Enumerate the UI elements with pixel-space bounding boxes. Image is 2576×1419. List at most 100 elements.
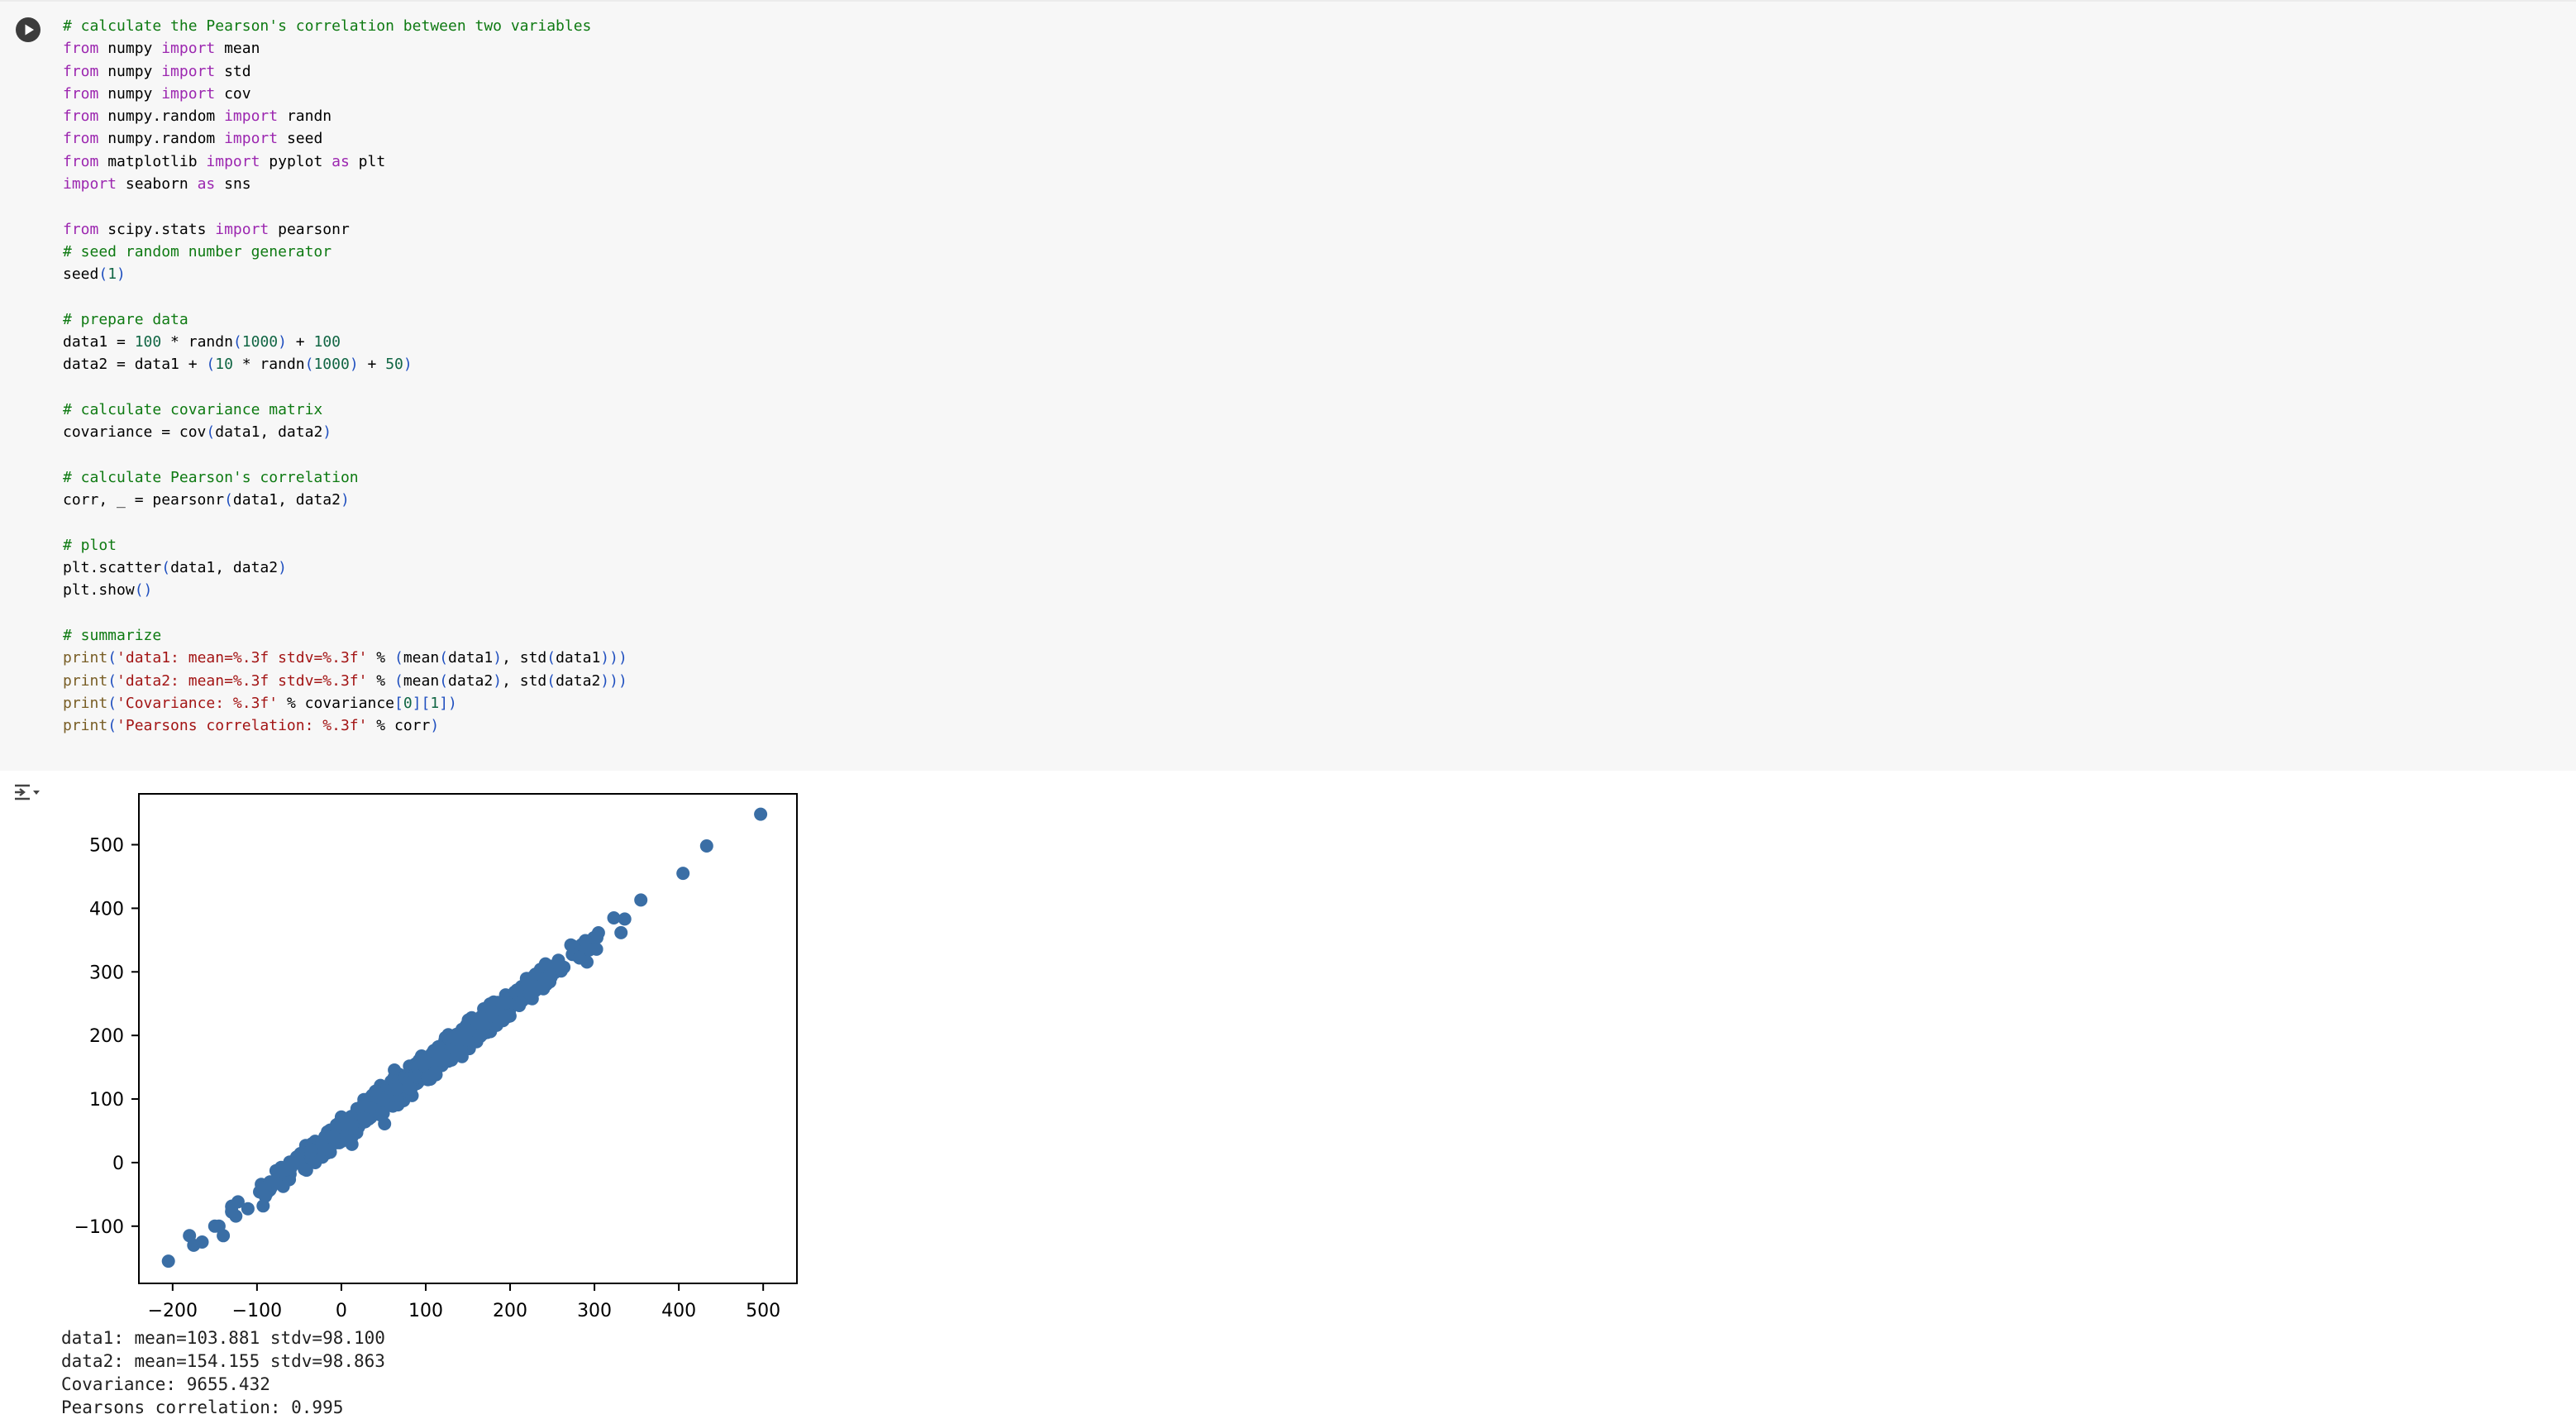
- code-token: print: [63, 671, 108, 690]
- code-line: seed(1): [63, 263, 627, 285]
- x-tick-label: 0: [336, 1301, 347, 1321]
- code-token: # prepare data: [63, 310, 188, 328]
- scatter-point: [377, 1093, 390, 1107]
- x-tick-label: 300: [577, 1301, 612, 1321]
- scatter-point: [474, 1030, 488, 1044]
- code-token: import: [63, 175, 117, 194]
- code-token: # calculate the Pearson's correlation be…: [63, 17, 592, 35]
- code-token: +: [286, 333, 314, 351]
- code-token: from: [63, 130, 99, 148]
- code-token: (: [224, 491, 233, 509]
- code-token: print: [63, 649, 108, 667]
- code-cell[interactable]: # calculate the Pearson's correlation be…: [0, 0, 2576, 771]
- code-line: print('data2: mean=%.3f stdv=%.3f' % (me…: [63, 670, 627, 692]
- code-line: data1 = 100 * randn(1000) + 100: [63, 331, 627, 353]
- code-token: from: [63, 108, 99, 126]
- code-token: print: [63, 717, 108, 735]
- scatter-point: [527, 979, 541, 993]
- code-token: (: [107, 694, 117, 712]
- scatter-point: [308, 1156, 322, 1169]
- code-token: % covariance: [278, 694, 394, 712]
- scatter-point: [754, 807, 768, 821]
- code-token: as: [332, 152, 350, 170]
- code-token: data2: [556, 671, 601, 690]
- code-token: 100: [134, 333, 162, 351]
- code-token: ): [278, 559, 287, 577]
- code-token: , std: [502, 649, 547, 667]
- scatter-point: [427, 1044, 441, 1058]
- code-token: data1, data2: [170, 559, 279, 577]
- code-token: ): [493, 671, 503, 690]
- code-line: print('Pearsons correlation: %.3f' % cor…: [63, 714, 627, 737]
- code-token: (: [107, 671, 117, 690]
- code-token: data2 = data1 +: [63, 356, 207, 374]
- scatter-point: [417, 1058, 431, 1073]
- code-token: data2: [448, 671, 494, 690]
- play-icon: [16, 17, 41, 42]
- scatter-point: [676, 867, 690, 881]
- code-token: cov: [215, 84, 251, 103]
- output-toggle-button[interactable]: [12, 781, 45, 807]
- stdout-line: data1: mean=103.881 stdv=98.100: [61, 1328, 385, 1348]
- code-line: plt.scatter(data1, data2): [63, 557, 627, 579]
- code-token: print: [63, 694, 108, 712]
- code-line: # calculate the Pearson's correlation be…: [63, 15, 627, 37]
- code-token: 0: [403, 694, 413, 712]
- y-tick-label: 200: [89, 1026, 124, 1047]
- code-editor[interactable]: # calculate the Pearson's correlation be…: [63, 15, 627, 738]
- code-token: import: [161, 62, 216, 80]
- code-token: import: [224, 130, 279, 148]
- code-line: # seed random number generator: [63, 241, 627, 263]
- code-token: ): [322, 423, 332, 442]
- x-tick-label: −200: [148, 1301, 198, 1321]
- code-token: numpy: [98, 40, 162, 58]
- scatter-point: [429, 1068, 443, 1082]
- scatter-point: [258, 1189, 272, 1203]
- x-tick-label: 200: [493, 1301, 527, 1321]
- scatter-point: [195, 1235, 209, 1249]
- code-token: from: [63, 220, 99, 238]
- code-token: plt: [349, 152, 386, 170]
- code-token: seed: [278, 130, 323, 148]
- scatter-plot: −200 −100 0 100 200 300 400 500 −100 0 100 200 300 40…: [74, 793, 798, 1321]
- code-line: print('Covariance: %.3f' % covariance[0]…: [63, 692, 627, 714]
- y-tick-label: −100: [74, 1217, 124, 1238]
- scatter-point: [573, 951, 586, 965]
- scatter-point: [460, 1023, 475, 1037]
- code-token: 100: [313, 333, 341, 351]
- scatter-point: [528, 967, 542, 982]
- code-token: 10: [215, 356, 233, 374]
- code-token: # summarize: [63, 627, 162, 645]
- code-token: data1, data2: [232, 491, 341, 509]
- code-token: ): [117, 265, 126, 284]
- code-line: from numpy.random import randn: [63, 105, 627, 127]
- code-token: ))): [600, 671, 627, 690]
- code-token: 1000: [241, 333, 279, 351]
- code-token: 1000: [313, 356, 350, 374]
- code-token: 'Covariance: %.3f': [117, 694, 279, 712]
- code-token: numpy: [98, 62, 162, 80]
- code-token: * randn: [232, 356, 305, 374]
- code-line: # summarize: [63, 624, 627, 647]
- code-token: # calculate covariance matrix: [63, 401, 323, 419]
- scatter-point: [607, 911, 621, 924]
- code-token: ]): [439, 694, 457, 712]
- scatter-point: [217, 1229, 231, 1243]
- code-line: from numpy import cov: [63, 83, 627, 105]
- scatter-point: [451, 1033, 465, 1047]
- x-tick-label: −100: [232, 1301, 282, 1321]
- scatter-point: [225, 1204, 239, 1218]
- code-token: (: [206, 423, 216, 442]
- code-token: matplotlib: [98, 152, 207, 170]
- run-cell-button[interactable]: [15, 17, 41, 43]
- code-token: pearsonr: [269, 220, 350, 238]
- code-token: data1: [556, 649, 601, 667]
- code-token: import: [224, 108, 279, 126]
- code-token: from: [63, 62, 99, 80]
- code-token: % corr: [367, 717, 431, 735]
- output-menu-icon: [15, 784, 40, 800]
- code-token: seed: [63, 265, 99, 284]
- scatter-point: [161, 1254, 175, 1268]
- code-token: import: [206, 152, 260, 170]
